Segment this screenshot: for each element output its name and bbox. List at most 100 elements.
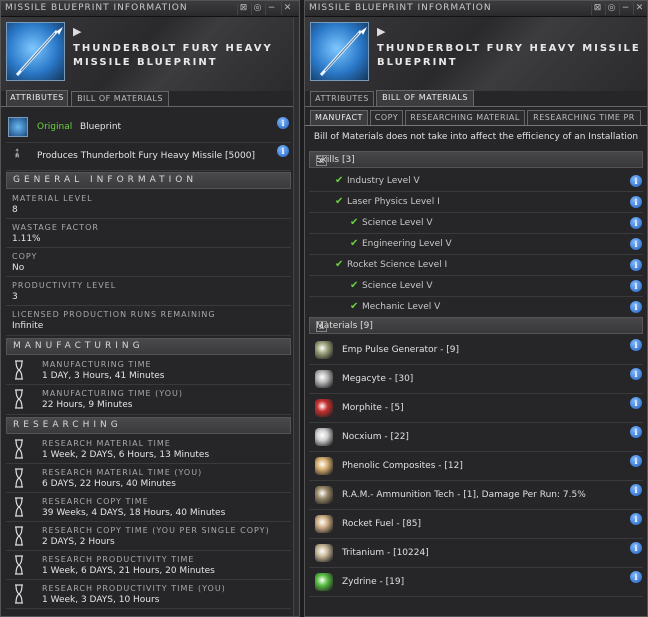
check-icon: ✔ (350, 217, 359, 228)
time-row: RESEARCH COPY TIME (YOU PER SINGLE COPY)… (6, 522, 291, 551)
attribute-label: MATERIAL LEVEL (12, 194, 93, 203)
material-name: Nocxium - [22] (342, 432, 409, 442)
collapse-icon[interactable]: ⩓ (316, 321, 327, 332)
skill-row[interactable]: ✔ Industry Level V i (309, 171, 643, 192)
pin-button[interactable]: ⊠ (591, 3, 603, 15)
blueprint-label: Blueprint (80, 122, 122, 132)
time-label: RESEARCH COPY TIME (42, 497, 149, 506)
tab-bill-of-materials[interactable]: BILL OF MATERIALS (71, 91, 169, 106)
info-icon[interactable]: i (630, 339, 642, 351)
info-icon[interactable]: i (630, 238, 642, 250)
material-name: Tritanium - [10224] (342, 548, 429, 558)
material-row[interactable]: R.A.M.- Ammunition Tech - [1], Damage Pe… (309, 481, 643, 510)
info-icon[interactable]: i (630, 397, 642, 409)
hourglass-icon (15, 584, 23, 604)
material-row[interactable]: Rocket Fuel - [85] i (309, 510, 643, 539)
ram-ammunition-tech-icon (315, 486, 333, 504)
skill-name: Mechanic Level V (362, 302, 441, 312)
time-value: 1 DAY, 3 Hours, 41 Minutes (42, 371, 165, 381)
item-name: THUNDERBOLT FURY HEAVY MISSILE BLUEPRINT (73, 43, 273, 68)
tab-attributes[interactable]: ATTRIBUTES (6, 90, 68, 106)
expand-arrow-icon[interactable]: ▶ (73, 25, 81, 38)
subtab-manufacturing[interactable]: MANUFACT (310, 110, 368, 125)
info-icon[interactable]: i (630, 301, 642, 313)
info-icon[interactable]: i (630, 368, 642, 380)
section-title: GENERAL INFORMATION (13, 175, 198, 185)
material-row[interactable]: Megacyte - [30] i (309, 365, 643, 394)
info-icon[interactable]: i (630, 513, 642, 525)
skill-row[interactable]: ✔ Laser Physics Level I i (309, 192, 643, 213)
blueprint-icon[interactable] (310, 22, 369, 81)
info-icon[interactable]: i (630, 426, 642, 438)
skills-group-header[interactable]: Skills [3] ⩓ (309, 151, 643, 168)
blueprint-small-icon (8, 117, 28, 137)
info-icon[interactable]: i (277, 117, 289, 129)
skill-row[interactable]: ✔ Science Level V i (309, 276, 643, 297)
time-row: MANUFACTURING TIME 1 DAY, 3 Hours, 41 Mi… (6, 356, 291, 385)
attribute-value: Infinite (12, 321, 44, 331)
time-value: 1 Week, 2 DAYS, 6 Hours, 13 Minutes (42, 450, 210, 460)
material-row[interactable]: Nocxium - [22] i (309, 423, 643, 452)
skill-row[interactable]: ✔ Science Level V i (309, 213, 643, 234)
subtab-researching-material[interactable]: RESEARCHING MATERIAL (405, 110, 525, 125)
attribute-label: LICENSED PRODUCTION RUNS REMAINING (12, 310, 216, 319)
material-name: Rocket Fuel - [85] (342, 519, 421, 529)
efficiency-notice: Bill of Materials does not take into aff… (313, 132, 639, 142)
section-title: RESEARCHING (13, 420, 122, 430)
info-icon[interactable]: i (630, 484, 642, 496)
subtab-copy[interactable]: COPY (370, 110, 403, 125)
info-icon[interactable]: i (630, 542, 642, 554)
material-row[interactable]: Phenolic Composites - [12] i (309, 452, 643, 481)
time-label: MANUFACTURING TIME (42, 360, 152, 369)
attribute-value: 3 (12, 292, 18, 302)
hourglass-icon (15, 497, 23, 517)
pin-button[interactable]: ⊠ (237, 3, 249, 15)
tab-attributes[interactable]: ATTRIBUTES (310, 91, 374, 106)
item-name: THUNDERBOLT FURY HEAVY MISSILE BLUEPRINT (377, 43, 641, 68)
attribute-label: PRODUCTIVITY LEVEL (12, 281, 117, 290)
time-label: RESEARCH PRODUCTIVITY TIME (YOU) (42, 584, 226, 593)
blueprint-icon[interactable] (6, 22, 65, 81)
scrollbar[interactable] (293, 18, 299, 616)
options-button[interactable]: ◎ (605, 3, 617, 15)
hourglass-icon (15, 468, 23, 488)
material-row[interactable]: Zydrine - [19] i (309, 568, 643, 597)
attribute-value: 1.11% (12, 234, 41, 244)
tab-bill-of-materials[interactable]: BILL OF MATERIALS (376, 90, 474, 106)
material-row[interactable]: Morphite - [5] i (309, 394, 643, 423)
info-icon[interactable]: i (277, 145, 289, 157)
window-title-bar[interactable]: MISSILE BLUEPRINT INFORMATION ⊠ ◎ − ✕ (1, 1, 299, 17)
minimize-button[interactable]: − (619, 3, 631, 15)
skill-row[interactable]: ✔ Engineering Level V i (309, 234, 643, 255)
skill-row[interactable]: ✔ Rocket Science Level I i (309, 255, 643, 276)
tritanium-icon (315, 544, 333, 562)
info-icon[interactable]: i (630, 455, 642, 467)
time-label: MANUFACTURING TIME (YOU) (42, 389, 183, 398)
info-icon[interactable]: i (630, 571, 642, 583)
material-row[interactable]: Emp Pulse Generator - [9] i (309, 336, 643, 365)
collapse-icon[interactable]: ⩓ (316, 155, 327, 166)
material-name: Emp Pulse Generator - [9] (342, 345, 460, 355)
info-icon[interactable]: i (630, 259, 642, 271)
info-icon[interactable]: i (630, 196, 642, 208)
subtab-bar: MANUFACT COPY RESEARCHING MATERIAL RESEA… (305, 109, 647, 126)
window-title-bar[interactable]: MISSILE BLUEPRINT INFORMATION ⊠ ◎ − ✕ (305, 1, 647, 17)
info-icon[interactable]: i (630, 217, 642, 229)
time-label: RESEARCH COPY TIME (YOU PER SINGLE COPY) (42, 526, 270, 535)
produces-text: Produces Thunderbolt Fury Heavy Missile … (37, 151, 255, 161)
close-button[interactable]: ✕ (633, 3, 645, 15)
info-icon[interactable]: i (630, 175, 642, 187)
subtab-researching-time[interactable]: RESEARCHING TIME PR (527, 110, 641, 125)
window-title: MISSILE BLUEPRINT INFORMATION (5, 3, 188, 13)
options-button[interactable]: ◎ (251, 3, 263, 15)
materials-group-header[interactable]: Materials [9] ⩓ (309, 317, 643, 334)
close-button[interactable]: ✕ (281, 3, 293, 15)
skill-row[interactable]: ✔ Mechanic Level V i (309, 297, 643, 318)
hourglass-icon (15, 439, 23, 459)
info-icon[interactable]: i (630, 280, 642, 292)
skill-name: Engineering Level V (362, 239, 452, 249)
hourglass-icon (15, 360, 23, 380)
material-row[interactable]: Tritanium - [10224] i (309, 539, 643, 568)
minimize-button[interactable]: − (265, 3, 277, 15)
expand-arrow-icon[interactable]: ▶ (377, 25, 385, 38)
